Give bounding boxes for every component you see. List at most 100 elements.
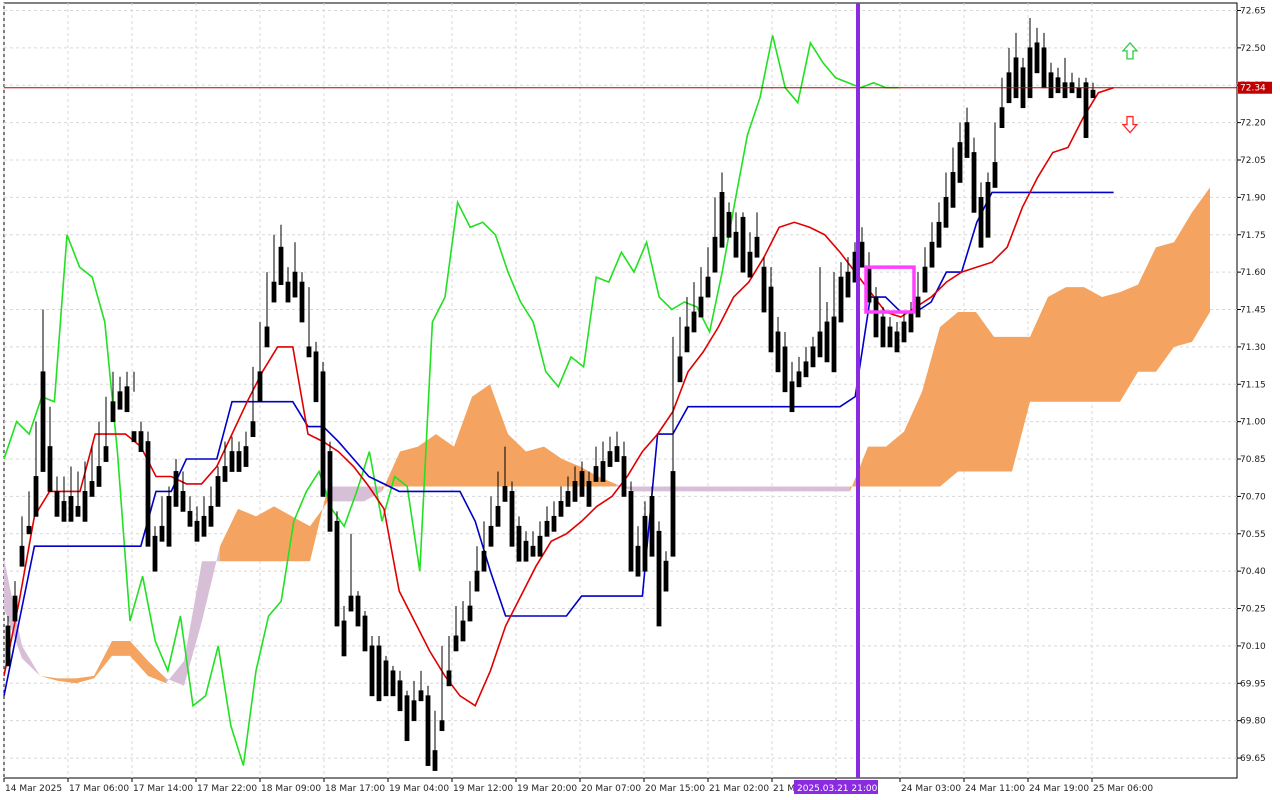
candle-body [593,466,599,482]
cloud-segment [796,486,814,492]
candle-body [551,515,557,532]
candle-body [166,496,172,547]
y-tick-label: 70.10 [1240,642,1266,652]
y-tick-label: 70.55 [1240,530,1266,540]
y-tick-label: 70.70 [1240,492,1266,502]
candle-body [418,690,424,702]
cloud-segment [256,506,274,562]
candle-body [754,236,760,258]
cloud-segment [1030,297,1048,402]
candle-body [740,216,746,273]
time-axis[interactable]: 14 Mar 2025 17 Mar 06:00 17 Mar 14:00 17 Ma… [3,778,1153,794]
cloud-segment [1012,336,1030,472]
candle-body [761,266,767,313]
candle-body [691,311,697,333]
cloud-segment [148,660,166,684]
candle-body [803,361,809,378]
candle-body [859,241,865,268]
candle-body [1083,82,1089,138]
candle-body [936,221,942,248]
cloud-segment [994,336,1012,472]
candle-body [432,750,438,771]
candle-body [698,296,704,318]
cloud-segment [886,431,904,487]
candle-body [390,670,396,697]
candle-body [292,271,298,298]
candle-body [964,122,970,158]
ichimoku-cloud [4,187,1210,686]
candle-body [271,281,277,303]
candle-body [747,251,753,278]
x-tick-label: 17 Mar 06:00 [69,784,129,794]
arrow-down-icon [1121,115,1139,134]
y-tick-label: 71.75 [1240,231,1266,241]
candle-body [313,351,319,403]
candle-body [1055,77,1061,94]
ichimoku-price-chart[interactable]: 72.6572.5072.3572.2072.0571.9071.7571.60… [0,0,1280,800]
candle-body [1076,87,1082,99]
candle-body [957,142,963,183]
candle-body [19,545,25,567]
candle-body [1062,82,1068,99]
cloud-segment [202,546,220,622]
candle-body [229,451,235,472]
candle-body [194,520,200,542]
cloud-segment [40,675,58,681]
y-tick-label: 69.65 [1240,754,1266,764]
cloud-segment [436,434,454,487]
cloud-segment [22,645,40,676]
x-tick-label: 24 Mar 19:00 [1029,784,1089,794]
x-tick-label: 20 Mar 15:00 [645,784,705,794]
candle-body [222,466,228,482]
candle-body [5,625,11,667]
cloud-segment [1138,247,1156,372]
candle-body [628,491,634,572]
candle-body [383,660,389,697]
candle-body [663,560,669,592]
candle-body [908,311,914,333]
price-axis[interactable]: 72.6572.5072.3572.2072.0571.9071.7571.60… [1237,6,1272,764]
candle-body [215,476,221,507]
candle-body [173,471,179,507]
candle-body [1048,72,1054,99]
candle-body [579,471,585,497]
cloud-segment [742,486,760,492]
candle-body [40,371,46,472]
candle-body [523,540,529,562]
candle-body [474,570,480,592]
cloud-segment [1066,287,1084,402]
candle-body [831,316,837,373]
candle-body [642,515,648,572]
x-tick-label: 18 Mar 09:00 [261,784,321,794]
cloud-segment [400,446,418,487]
cloud-segment [778,486,796,492]
candle-body [915,296,921,318]
candle-body [544,520,550,537]
x-tick-label: 17 Mar 22:00 [197,784,257,794]
x-tick-label: 24 Mar 03:00 [901,784,961,794]
candle-body [1041,47,1047,89]
candle-body [47,446,53,492]
candle-body [712,236,718,273]
candle-body [439,720,445,732]
candle-body [299,281,305,323]
x-tick-label: 19 Mar 12:00 [453,784,513,794]
candle-body [614,446,620,462]
candle-body [516,525,522,562]
candle-body [117,391,123,410]
x-tick-label: 19 Mar 04:00 [389,784,449,794]
candle-body [12,595,18,622]
x-tick-label: 19 Mar 20:00 [517,784,577,794]
cloud-segment [652,486,670,492]
candle-body [677,356,683,383]
candle-body [96,466,102,487]
candle-body [236,451,242,472]
cloud-segment [454,396,472,487]
candle-body [467,605,473,622]
candle-body [201,515,207,537]
candle-body [397,680,403,712]
candle-body [26,525,32,535]
y-tick-label: 71.60 [1240,268,1266,278]
candle-body [320,371,326,497]
cloud-segment [634,486,652,492]
